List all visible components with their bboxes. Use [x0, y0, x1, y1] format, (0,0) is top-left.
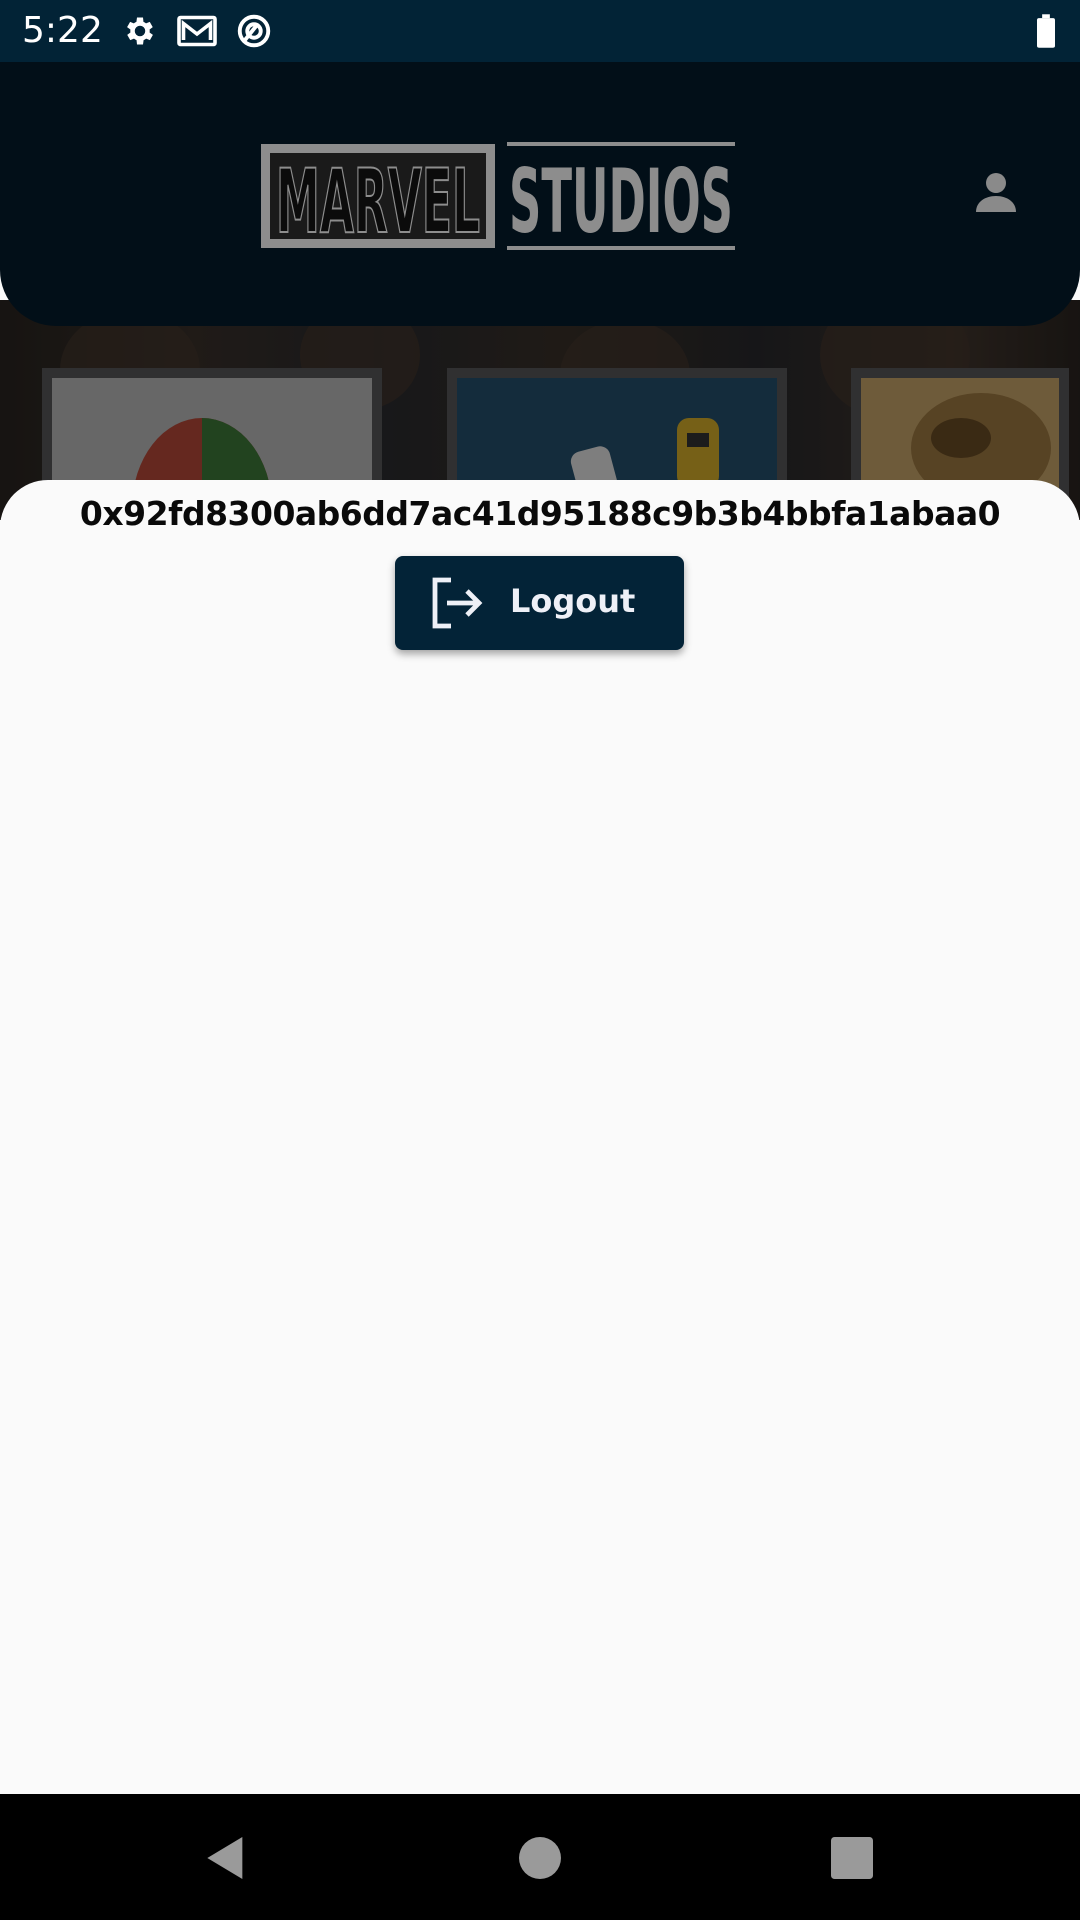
- logo-text-studios: STUDIOS: [509, 150, 733, 250]
- person-icon[interactable]: [972, 168, 1020, 216]
- navigation-bar: [0, 1794, 1080, 1920]
- status-bar: 5:22: [0, 0, 1080, 62]
- settings-icon: [127, 17, 153, 45]
- wallet-address: 0x92fd8300ab6dd7ac41d95188c9b3b4bbfa1aba…: [79, 494, 1001, 533]
- vpn-icon: [237, 14, 271, 48]
- gmail-icon: [177, 15, 217, 47]
- marvel-studios-logo: MARVEL STUDIOS: [261, 142, 735, 250]
- status-time: 5:22: [22, 10, 103, 51]
- back-icon[interactable]: [198, 1830, 254, 1886]
- logout-button[interactable]: Logout: [395, 556, 684, 650]
- app-header: MARVEL STUDIOS: [0, 62, 1080, 326]
- home-icon[interactable]: [512, 1830, 568, 1886]
- recents-icon[interactable]: [824, 1830, 880, 1886]
- logout-label: Logout: [510, 582, 636, 620]
- logout-icon: [432, 577, 483, 629]
- account-sheet: 0x92fd8300ab6dd7ac41d95188c9b3b4bbfa1aba…: [0, 480, 1080, 1794]
- logo-text-marvel: MARVEL: [276, 150, 480, 250]
- battery-icon: [1037, 14, 1055, 48]
